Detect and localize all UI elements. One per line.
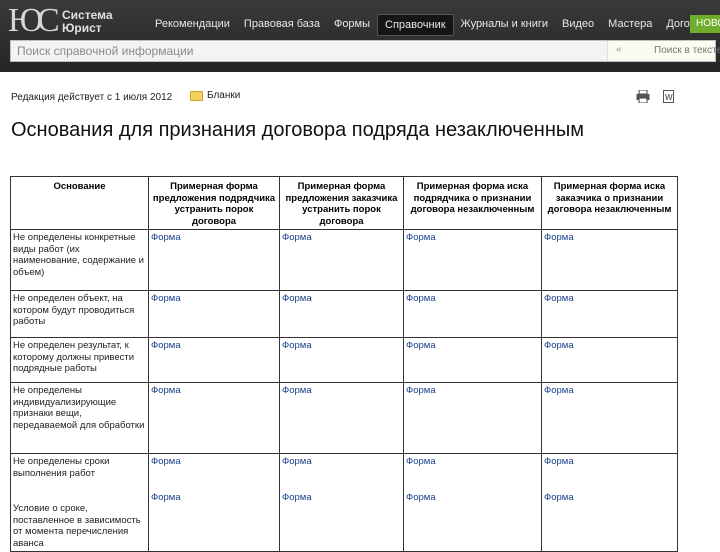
reason-cell: Не определены сроки выполнения работ Усл… — [10, 453, 149, 552]
form-link[interactable]: Форма — [282, 385, 312, 396]
reason-subtext: Условие о сроке, поставленное в зависимо… — [13, 503, 141, 549]
form-cell: Форма — [279, 337, 404, 383]
form-cell: Форма — [541, 290, 678, 338]
form-cell: Форма — [148, 382, 280, 454]
form-link[interactable]: Форма — [544, 232, 574, 243]
form-cell: Форма — [148, 290, 280, 338]
form-link[interactable]: Форма — [151, 340, 181, 351]
search-bar: « Поиск в тексте — [10, 40, 720, 62]
form-link[interactable]: Форма — [151, 232, 181, 243]
logo[interactable]: ЮС — [8, 2, 60, 40]
reason-cell: Не определен объект, на котором будут пр… — [10, 290, 149, 338]
reason-text: Не определены сроки выполнения работ — [13, 456, 110, 479]
table-row: Не определены конкретные виды работ (их … — [10, 229, 678, 291]
form-link[interactable]: Форма — [406, 293, 436, 304]
form-link[interactable]: Форма — [406, 492, 436, 503]
logo-mark: ЮС — [8, 2, 60, 39]
form-link[interactable]: Форма — [282, 340, 312, 351]
search-scope-button[interactable]: « Поиск в тексте — [607, 41, 720, 61]
print-icon[interactable] — [636, 90, 650, 103]
form-link[interactable]: Форма — [544, 456, 574, 467]
nav-item-recommendations[interactable]: Рекомендации — [148, 14, 237, 36]
column-header: Примерная форма предложения заказчика ус… — [279, 176, 404, 230]
form-link[interactable]: Форма — [406, 340, 436, 351]
reason-cell: Не определен результат, к которому должн… — [10, 337, 149, 383]
page-title: Основания для признания договора подряда… — [11, 119, 584, 141]
form-cell: Форма — [148, 337, 280, 383]
form-cell: Форма — [403, 229, 542, 291]
reason-cell: Не определены конкретные виды работ (их … — [10, 229, 149, 291]
form-link[interactable]: Форма — [151, 293, 181, 304]
folder-icon — [190, 90, 203, 101]
brand-line-2: Юрист — [62, 21, 102, 35]
nav-item-journals[interactable]: Журналы и книги — [454, 14, 556, 36]
search-input[interactable] — [11, 41, 607, 61]
form-link[interactable]: Форма — [406, 385, 436, 396]
brand-name[interactable]: Система Юрист — [62, 9, 113, 35]
form-cell: Форма Форма — [279, 453, 404, 552]
form-link[interactable]: Форма — [151, 456, 181, 467]
edition-info: Редакция действует с 1 июля 2012 — [11, 92, 173, 103]
scope-arrow-icon: « — [616, 44, 622, 55]
grounds-table: Основание Примерная форма предложения по… — [10, 176, 678, 552]
form-link[interactable]: Форма — [151, 385, 181, 396]
form-cell: Форма Форма — [403, 453, 542, 552]
top-header: ЮС Система Юрист Рекомендации Правовая б… — [0, 0, 720, 72]
column-header: Примерная форма предложения подрядчика у… — [148, 176, 280, 230]
form-link[interactable]: Форма — [544, 340, 574, 351]
word-export-icon[interactable]: W — [663, 90, 674, 103]
column-header: Примерная форма иска заказчика о признан… — [541, 176, 678, 230]
svg-text:W: W — [665, 93, 673, 102]
form-cell: Форма — [403, 337, 542, 383]
forms-link[interactable]: Бланки — [190, 90, 240, 101]
form-cell: Форма Форма — [148, 453, 280, 552]
nav-item-legal-base[interactable]: Правовая база — [237, 14, 327, 36]
table-header-row: Основание Примерная форма предложения по… — [10, 176, 678, 230]
form-link[interactable]: Форма — [282, 456, 312, 467]
reason-cell: Не определены индивидуализирующие призна… — [10, 382, 149, 454]
new-badge[interactable]: НОВО — [690, 15, 720, 33]
form-cell: Форма — [279, 290, 404, 338]
table-row: Не определены индивидуализирующие призна… — [10, 382, 678, 454]
form-link[interactable]: Форма — [282, 293, 312, 304]
table-row: Не определен объект, на котором будут пр… — [10, 290, 678, 338]
nav-item-forms[interactable]: Формы — [327, 14, 377, 36]
column-header: Примерная форма иска подрядчика о призна… — [403, 176, 542, 230]
form-cell: Форма — [148, 229, 280, 291]
form-cell: Форма — [541, 337, 678, 383]
form-link[interactable]: Форма — [406, 456, 436, 467]
form-cell: Форма — [541, 382, 678, 454]
form-link[interactable]: Форма — [282, 492, 312, 503]
form-link[interactable]: Форма — [406, 232, 436, 243]
form-link[interactable]: Форма — [544, 492, 574, 503]
form-cell: Форма — [541, 229, 678, 291]
nav-item-video[interactable]: Видео — [555, 14, 601, 36]
nav-item-wizards[interactable]: Мастера — [601, 14, 659, 36]
table-row: Не определены сроки выполнения работ Усл… — [10, 453, 678, 552]
form-link[interactable]: Форма — [282, 232, 312, 243]
main-nav: Рекомендации Правовая база Формы Справоч… — [148, 14, 720, 36]
form-link[interactable]: Форма — [544, 385, 574, 396]
form-link[interactable]: Форма — [544, 293, 574, 304]
forms-link-label: Бланки — [207, 90, 241, 101]
form-cell: Форма — [279, 229, 404, 291]
form-cell: Форма — [403, 290, 542, 338]
column-header: Основание — [10, 176, 149, 230]
form-cell: Форма Форма — [541, 453, 678, 552]
form-cell: Форма — [403, 382, 542, 454]
table-row: Не определен результат, к которому должн… — [10, 337, 678, 383]
search-scope-label: Поиск в тексте — [654, 45, 720, 56]
form-link[interactable]: Форма — [151, 492, 181, 503]
form-cell: Форма — [279, 382, 404, 454]
nav-item-reference[interactable]: Справочник — [377, 14, 454, 36]
